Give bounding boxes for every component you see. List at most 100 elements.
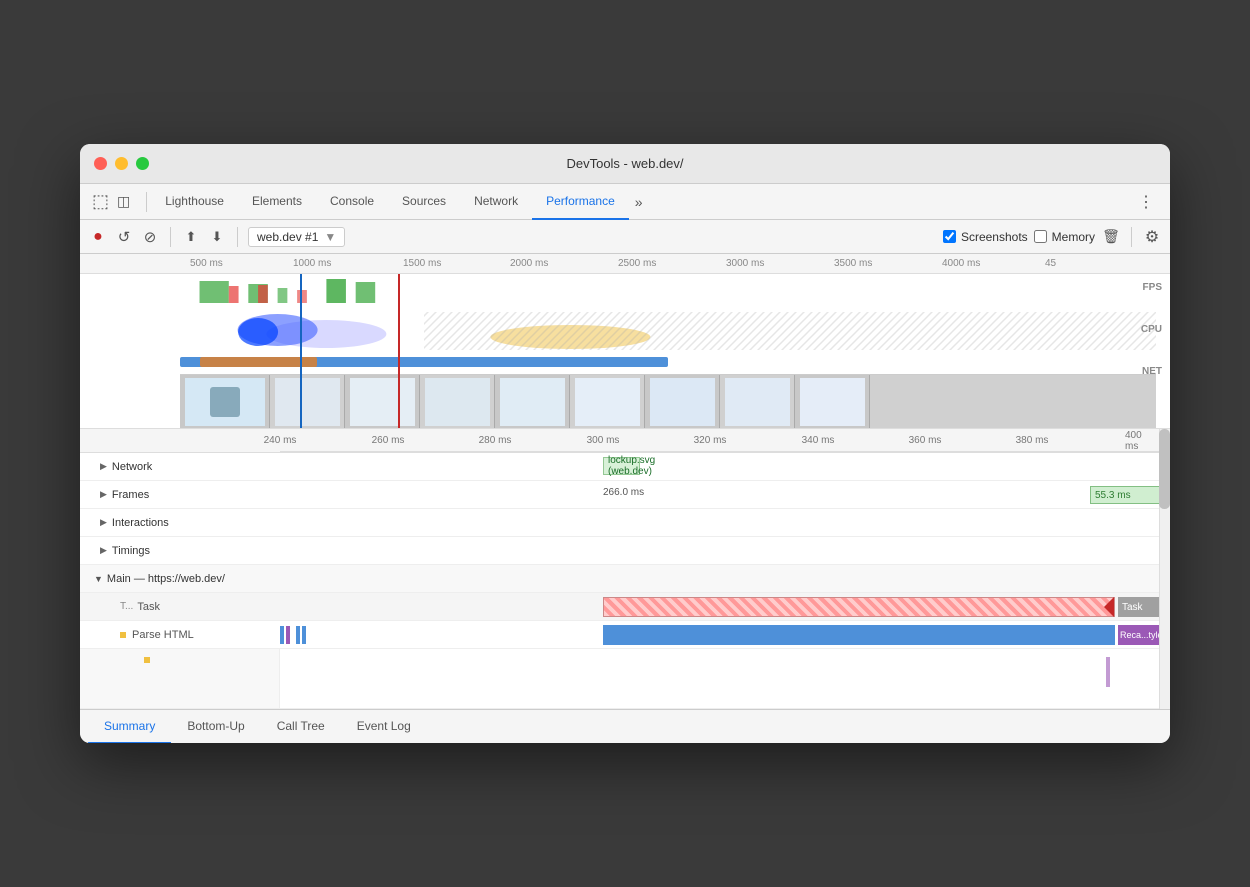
cursor-icon[interactable]: ⬚ (88, 191, 113, 212)
delete-button[interactable]: 🗑 (1101, 227, 1121, 247)
tab-console[interactable]: Console (316, 184, 388, 220)
tab-performance[interactable]: Performance (532, 184, 629, 220)
playhead-blue (300, 274, 302, 428)
ruler-tick-3000: 3000 ms (726, 258, 764, 269)
tick-320: 320 ms (694, 435, 727, 446)
screenshot-thumb-0 (180, 375, 270, 429)
frames-label-text: Frames (112, 489, 149, 501)
screenshots-checkbox-wrap: Screenshots (943, 230, 1028, 244)
ruler-tick-3500: 3500 ms (834, 258, 872, 269)
interactions-arrow: ▶ (100, 517, 107, 528)
upload-button[interactable]: ⬆ (181, 227, 201, 247)
bottom-tab-bottom-up[interactable]: Bottom-Up (171, 710, 260, 744)
tab-sources[interactable]: Sources (388, 184, 460, 220)
settings-button[interactable]: ⚙ (1142, 227, 1162, 247)
task-bar-1 (603, 597, 1115, 617)
parse-label: Parse HTML (80, 621, 280, 648)
ruler-tick-4000: 4000 ms (942, 258, 980, 269)
toolbar-sep-3 (1131, 227, 1132, 247)
task-text-1: Task (137, 601, 160, 613)
network-track[interactable]: ▶ Network lockup.svg (web.dev) (80, 453, 1170, 481)
minimize-button[interactable] (115, 157, 128, 170)
purple-dot (1106, 657, 1110, 687)
frames-track[interactable]: ▶ Frames 266.0 ms 55.3 ms (80, 481, 1170, 509)
close-button[interactable] (94, 157, 107, 170)
tab-more-button[interactable]: » (629, 194, 649, 210)
interactions-track[interactable]: ▶ Interactions (80, 509, 1170, 537)
recalc-label: Reca...tyle (1120, 630, 1163, 640)
toolbar-sep-2 (237, 227, 238, 247)
timeline-area: 240 ms 260 ms 280 ms 300 ms 320 ms 340 m… (80, 429, 1170, 709)
url-select[interactable]: web.dev #1 ▼ (248, 227, 345, 247)
reload-button[interactable]: ↺ (114, 227, 134, 247)
menu-dots[interactable]: ⋮ (1130, 192, 1162, 212)
url-value: web.dev #1 (257, 230, 318, 244)
task-label-1: T... Task (80, 593, 280, 620)
main-label: ▼ Main — https://web.dev/ (80, 573, 280, 585)
task-bar-flag (1104, 597, 1114, 617)
parse-bar-area: Reca...tyle (280, 621, 1170, 648)
tab-elements[interactable]: Elements (238, 184, 316, 220)
memory-checkbox[interactable] (1034, 230, 1047, 243)
screenshot-thumb-3 (420, 375, 495, 429)
network-bar-lockup: lockup.svg (web.dev) (603, 457, 640, 475)
timings-label-text: Timings (112, 545, 150, 557)
timings-track-content (280, 537, 1170, 564)
playhead-red (398, 274, 400, 428)
ruler-tick-1000: 1000 ms (293, 258, 331, 269)
tick-360: 360 ms (909, 435, 942, 446)
ruler-tick-2500: 2500 ms (618, 258, 656, 269)
dock-icon[interactable]: ◫ (113, 193, 134, 210)
ruler-tick-2000: 2000 ms (510, 258, 548, 269)
empty-content (280, 649, 1170, 708)
tick-280: 280 ms (479, 435, 512, 446)
main-section-header[interactable]: ▼ Main — https://web.dev/ (80, 565, 1170, 593)
task-row-1[interactable]: T... Task Task (80, 593, 1170, 621)
devtools-toolbar: ● ↺ ⊘ ⬆ ⬇ web.dev #1 ▼ Screenshots Memor… (80, 220, 1170, 254)
scrollbar-thumb[interactable] (1159, 429, 1170, 509)
tick-300: 300 ms (587, 435, 620, 446)
tab-lighthouse[interactable]: Lighthouse (151, 184, 238, 220)
bottom-tab-summary[interactable]: Summary (88, 710, 171, 744)
task-row-2[interactable]: Parse HTML Reca...tyle (80, 621, 1170, 649)
screenshots-label: Screenshots (961, 230, 1028, 244)
window-controls (94, 157, 149, 170)
screenshots-checkbox[interactable] (943, 230, 956, 243)
overview-canvas[interactable]: FPS CPU (80, 274, 1170, 429)
clear-button[interactable]: ⊘ (140, 227, 160, 247)
bottom-tab-call-tree[interactable]: Call Tree (261, 710, 341, 744)
timings-track[interactable]: ▶ Timings (80, 537, 1170, 565)
screenshot-thumb-last (870, 375, 1156, 429)
parse-indicator (120, 632, 126, 638)
net-chart (180, 356, 1156, 368)
tick-340: 340 ms (802, 435, 835, 446)
tab-bar: ⬚ ◫ Lighthouse Elements Console Sources … (80, 184, 1170, 220)
ruler-tick-1500: 1500 ms (403, 258, 441, 269)
scrollbar-track[interactable] (1159, 429, 1170, 709)
network-label-text: Network (112, 461, 152, 473)
memory-label: Memory (1052, 230, 1095, 244)
network-track-content: lockup.svg (web.dev) (280, 453, 1170, 480)
bottom-tab-event-log[interactable]: Event Log (341, 710, 427, 744)
timings-arrow: ▶ (100, 545, 107, 556)
maximize-button[interactable] (136, 157, 149, 170)
fps-svg (180, 276, 1156, 306)
cpu-chart (180, 312, 1156, 350)
timeline-ruler2: 240 ms 260 ms 280 ms 300 ms 320 ms 340 m… (80, 429, 1170, 453)
tick-400: 400 ms (1125, 430, 1155, 452)
network-arrow: ▶ (100, 461, 107, 472)
ruler-line (280, 451, 1170, 452)
url-dropdown-icon: ▼ (324, 230, 336, 244)
screenshot-thumb-1 (270, 375, 345, 429)
parse-html-bar (603, 625, 1115, 645)
interactions-track-content (280, 509, 1170, 536)
devtools-window: DevTools - web.dev/ ⬚ ◫ Lighthouse Eleme… (80, 144, 1170, 743)
record-button[interactable]: ● (88, 227, 108, 247)
frame-highlight: 55.3 ms (1090, 486, 1170, 504)
tab-sep (146, 192, 147, 212)
download-button[interactable]: ⬇ (207, 227, 227, 247)
screenshot-thumb-5 (570, 375, 645, 429)
screenshot-thumb-2 (345, 375, 420, 429)
tab-network[interactable]: Network (460, 184, 532, 220)
lockup-svg-label: lockup.svg (web.dev) (608, 455, 655, 477)
